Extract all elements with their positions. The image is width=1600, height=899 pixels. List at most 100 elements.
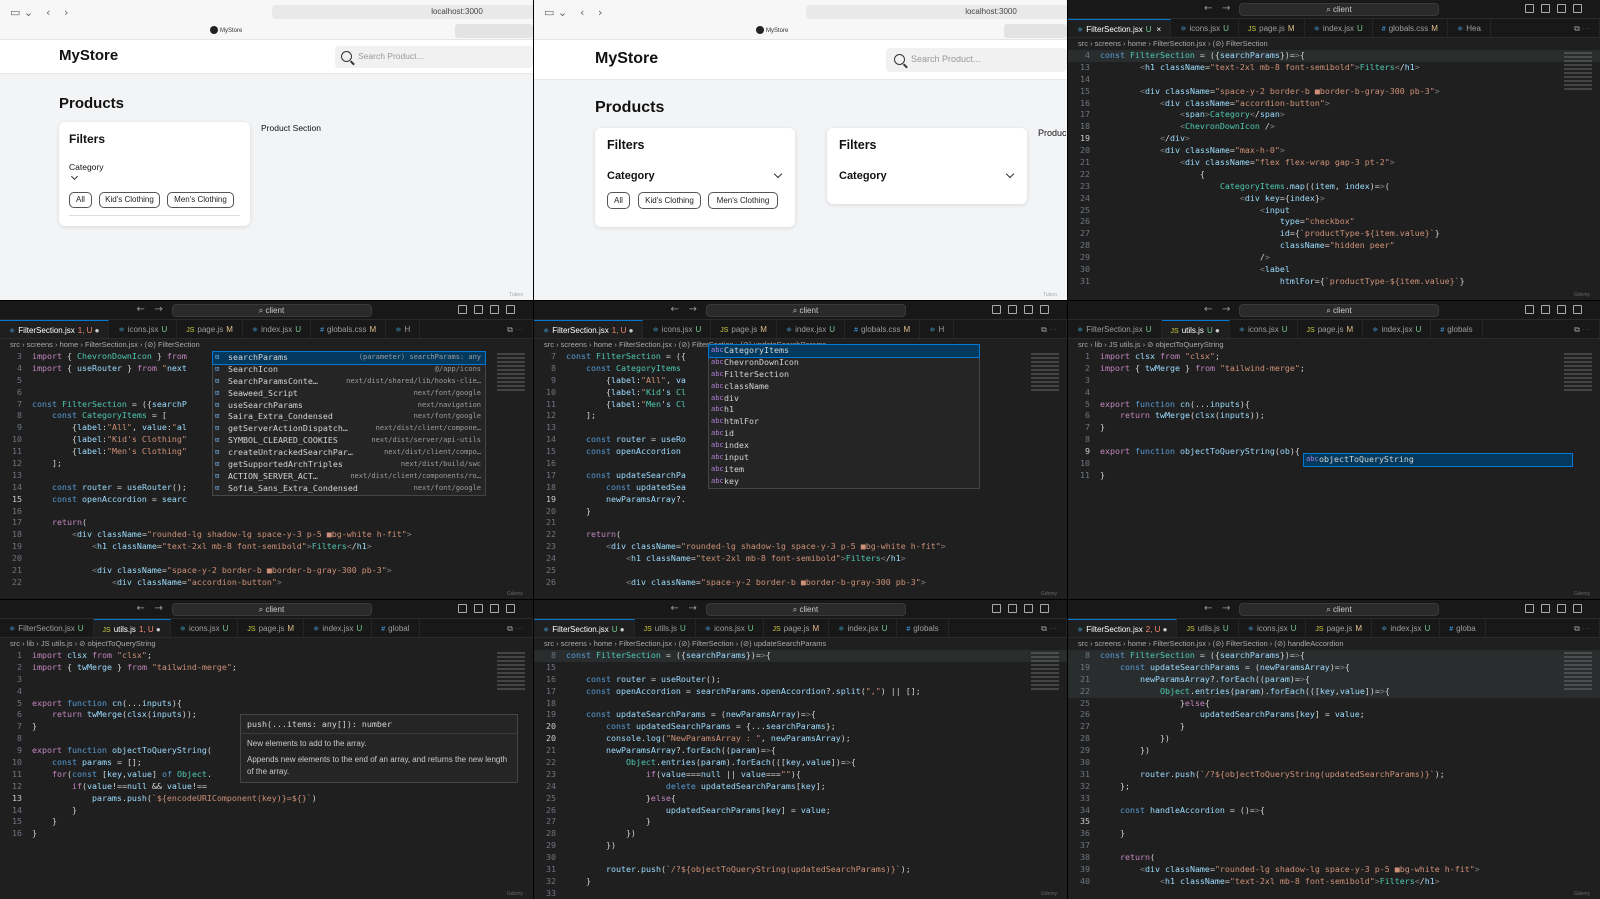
- minimap[interactable]: [497, 652, 525, 692]
- minimap[interactable]: [1031, 353, 1059, 393]
- editor-tab[interactable]: ⚛ icons.jsx U: [696, 619, 764, 637]
- category-accordion-button[interactable]: Category: [839, 170, 887, 182]
- toggle-panel-icon[interactable]: [474, 604, 483, 613]
- toggle-secondary-sidebar-icon[interactable]: [490, 604, 499, 613]
- chip-kids-clothing[interactable]: Kid's Clothing: [99, 192, 160, 208]
- code-area[interactable]: 8 const FilterSection = ({searchParams})=…: [1068, 650, 1600, 888]
- chevron-down-icon[interactable]: [70, 172, 79, 181]
- command-center-search[interactable]: ⌕ client: [171, 603, 372, 616]
- command-center-search[interactable]: ⌕ client: [705, 304, 906, 317]
- forward-icon[interactable]: ›: [598, 6, 602, 19]
- editor-tab[interactable]: ⚛ icons.jsx U: [109, 320, 178, 338]
- unsaved-dot-icon[interactable]: ●: [1160, 625, 1168, 634]
- forward-icon[interactable]: ›: [64, 6, 68, 19]
- suggestion-item[interactable]: abc key: [709, 476, 979, 488]
- autocomplete-suggestions[interactable]: ⊡ searchParams (parameter) searchParams: a…: [212, 351, 486, 496]
- suggestion-item[interactable]: abc objectToQueryString: [1303, 453, 1573, 467]
- breadcrumb[interactable]: src › screens › home › FilterSection.jsx…: [0, 339, 533, 351]
- nav-forward-icon[interactable]: →: [155, 304, 163, 315]
- editor-tab[interactable]: JS utils.js U: [635, 619, 696, 637]
- nav-back-icon[interactable]: ←: [1204, 3, 1212, 14]
- chip-mens-clothing[interactable]: Men's Clothing: [708, 192, 778, 209]
- split-editor-icon[interactable]: ⧉ ⋯: [1032, 320, 1067, 338]
- suggestion-item[interactable]: abc ChevronDownIcon: [709, 357, 979, 369]
- breadcrumb[interactable]: src › screens › home › FilterSection.jsx…: [1068, 38, 1600, 50]
- editor-tab[interactable]: ⚛ icons.jsx U: [1171, 19, 1239, 37]
- browser-tab-empty[interactable]: [455, 24, 533, 38]
- command-center-search[interactable]: ⌕ client: [171, 304, 372, 317]
- suggestion-item[interactable]: abc FilterSection: [709, 369, 979, 381]
- toggle-sidebar-icon[interactable]: [992, 305, 1001, 314]
- minimap[interactable]: [1564, 52, 1592, 92]
- store-logo[interactable]: MyStore: [595, 50, 658, 68]
- search-input[interactable]: Search Product...: [886, 48, 1067, 72]
- suggestion-item[interactable]: ⊡ SearchIcon @/app/icons: [213, 364, 485, 376]
- toggle-sidebar-icon[interactable]: [458, 604, 467, 613]
- unsaved-dot-icon[interactable]: ●: [154, 625, 161, 634]
- split-editor-icon[interactable]: ⧉ ⋯: [498, 320, 533, 338]
- code-area[interactable]: 4 const FilterSection = ({searchParams})=…: [1068, 50, 1600, 288]
- minimap[interactable]: [1564, 353, 1592, 393]
- autocomplete-suggestions[interactable]: abc CategoryItems abc ChevronDownIcon abc Fil…: [708, 344, 980, 489]
- editor-tab[interactable]: ⚛ index.jsx U: [1372, 619, 1441, 637]
- minimap[interactable]: [1031, 652, 1059, 692]
- split-editor-icon[interactable]: ⧉ ⋯: [1565, 320, 1600, 338]
- toggle-panel-icon[interactable]: [1541, 4, 1550, 13]
- editor-tab[interactable]: JS page.js M: [1239, 19, 1305, 37]
- category-accordion-button[interactable]: Category: [69, 162, 104, 172]
- toggle-panel-icon[interactable]: [474, 305, 483, 314]
- unsaved-dot-icon[interactable]: ●: [618, 625, 625, 634]
- suggestion-item[interactable]: abc htmlFor: [709, 416, 979, 428]
- chip-kids-clothing[interactable]: Kid's Clothing: [638, 192, 701, 209]
- customize-layout-icon[interactable]: [1573, 604, 1582, 613]
- toggle-sidebar-icon[interactable]: [458, 305, 467, 314]
- address-bar[interactable]: localhost:3000: [806, 5, 1067, 19]
- breadcrumb[interactable]: src › lib › JS utils.js › ⊘ objectToQuer…: [0, 638, 533, 650]
- suggestion-item[interactable]: ⊡ SearchParamsConte… next/dist/shared/lib/…: [213, 376, 485, 388]
- sidebar-toggle-icon[interactable]: ▭ ⌄: [10, 6, 33, 19]
- editor-tab[interactable]: # globals: [1431, 320, 1483, 338]
- split-editor-icon[interactable]: ⧉ ⋯: [1565, 19, 1600, 37]
- editor-tab[interactable]: JS utils.js U ●: [1161, 320, 1230, 338]
- unsaved-dot-icon[interactable]: ●: [626, 326, 634, 335]
- toggle-sidebar-icon[interactable]: [1525, 305, 1534, 314]
- suggestion-item[interactable]: ⊡ SYMBOL_CLEARED_COOKIES next/dist/server/…: [213, 435, 485, 447]
- editor-tab[interactable]: ⚛ H: [386, 320, 421, 338]
- browser-tab[interactable]: MyStore: [210, 26, 242, 34]
- browser-tab[interactable]: MyStore: [756, 26, 788, 34]
- breadcrumb[interactable]: src › screens › home › FilterSection.jsx…: [534, 638, 1067, 650]
- suggestion-item[interactable]: ⊡ getSupportedArchTriples next/dist/build/…: [213, 459, 485, 471]
- chip-mens-clothing[interactable]: Men's Clothing: [167, 192, 234, 208]
- unsaved-dot-icon[interactable]: ●: [92, 326, 100, 335]
- back-icon[interactable]: ‹: [580, 6, 584, 19]
- sidebar-toggle-icon[interactable]: ▭ ⌄: [544, 6, 567, 19]
- browser-tab-empty[interactable]: [1004, 24, 1067, 38]
- nav-forward-icon[interactable]: →: [155, 603, 163, 614]
- suggestion-item[interactable]: abc index: [709, 440, 979, 452]
- breadcrumb[interactable]: src › screens › home › FilterSection.jsx…: [1068, 638, 1600, 650]
- nav-forward-icon[interactable]: →: [1222, 304, 1230, 315]
- editor-tab[interactable]: JS page.js M: [1306, 619, 1373, 637]
- nav-forward-icon[interactable]: →: [689, 603, 697, 614]
- suggestion-item[interactable]: ⊡ searchParams (parameter) searchParams: a…: [212, 351, 486, 365]
- suggestion-item[interactable]: abc div: [709, 393, 979, 405]
- editor-tab[interactable]: ⚛ FilterSection.jsx U: [0, 619, 94, 637]
- editor-tab[interactable]: JS page.js M: [1298, 320, 1364, 338]
- nav-forward-icon[interactable]: →: [689, 304, 697, 315]
- suggestion-item[interactable]: abc input: [709, 452, 979, 464]
- suggestion-item[interactable]: abc item: [709, 464, 979, 476]
- customize-layout-icon[interactable]: [1573, 4, 1582, 13]
- suggestion-item[interactable]: abc className: [709, 381, 979, 393]
- chevron-down-icon[interactable]: [1005, 169, 1015, 179]
- editor-tab[interactable]: ⚛ icons.jsx U: [643, 320, 712, 338]
- editor-tab[interactable]: ⚛ FilterSection.jsx 1, U ●: [0, 320, 110, 338]
- toggle-secondary-sidebar-icon[interactable]: [1557, 4, 1566, 13]
- autocomplete-suggestions[interactable]: abc objectToQueryString: [1303, 453, 1573, 467]
- toggle-panel-icon[interactable]: [1008, 305, 1017, 314]
- toggle-secondary-sidebar-icon[interactable]: [1024, 604, 1033, 613]
- suggestion-item[interactable]: ⊡ createUntrackedSearchPar… next/dist/clie…: [213, 447, 485, 459]
- nav-back-icon[interactable]: ←: [1204, 603, 1212, 614]
- editor-tab[interactable]: ⚛ FilterSection.jsx 1, U ●: [534, 320, 644, 338]
- editor-tab[interactable]: ⚛ FilterSection.jsx U: [1068, 320, 1162, 338]
- editor-tab[interactable]: JS utils.js 1, U ●: [93, 619, 171, 637]
